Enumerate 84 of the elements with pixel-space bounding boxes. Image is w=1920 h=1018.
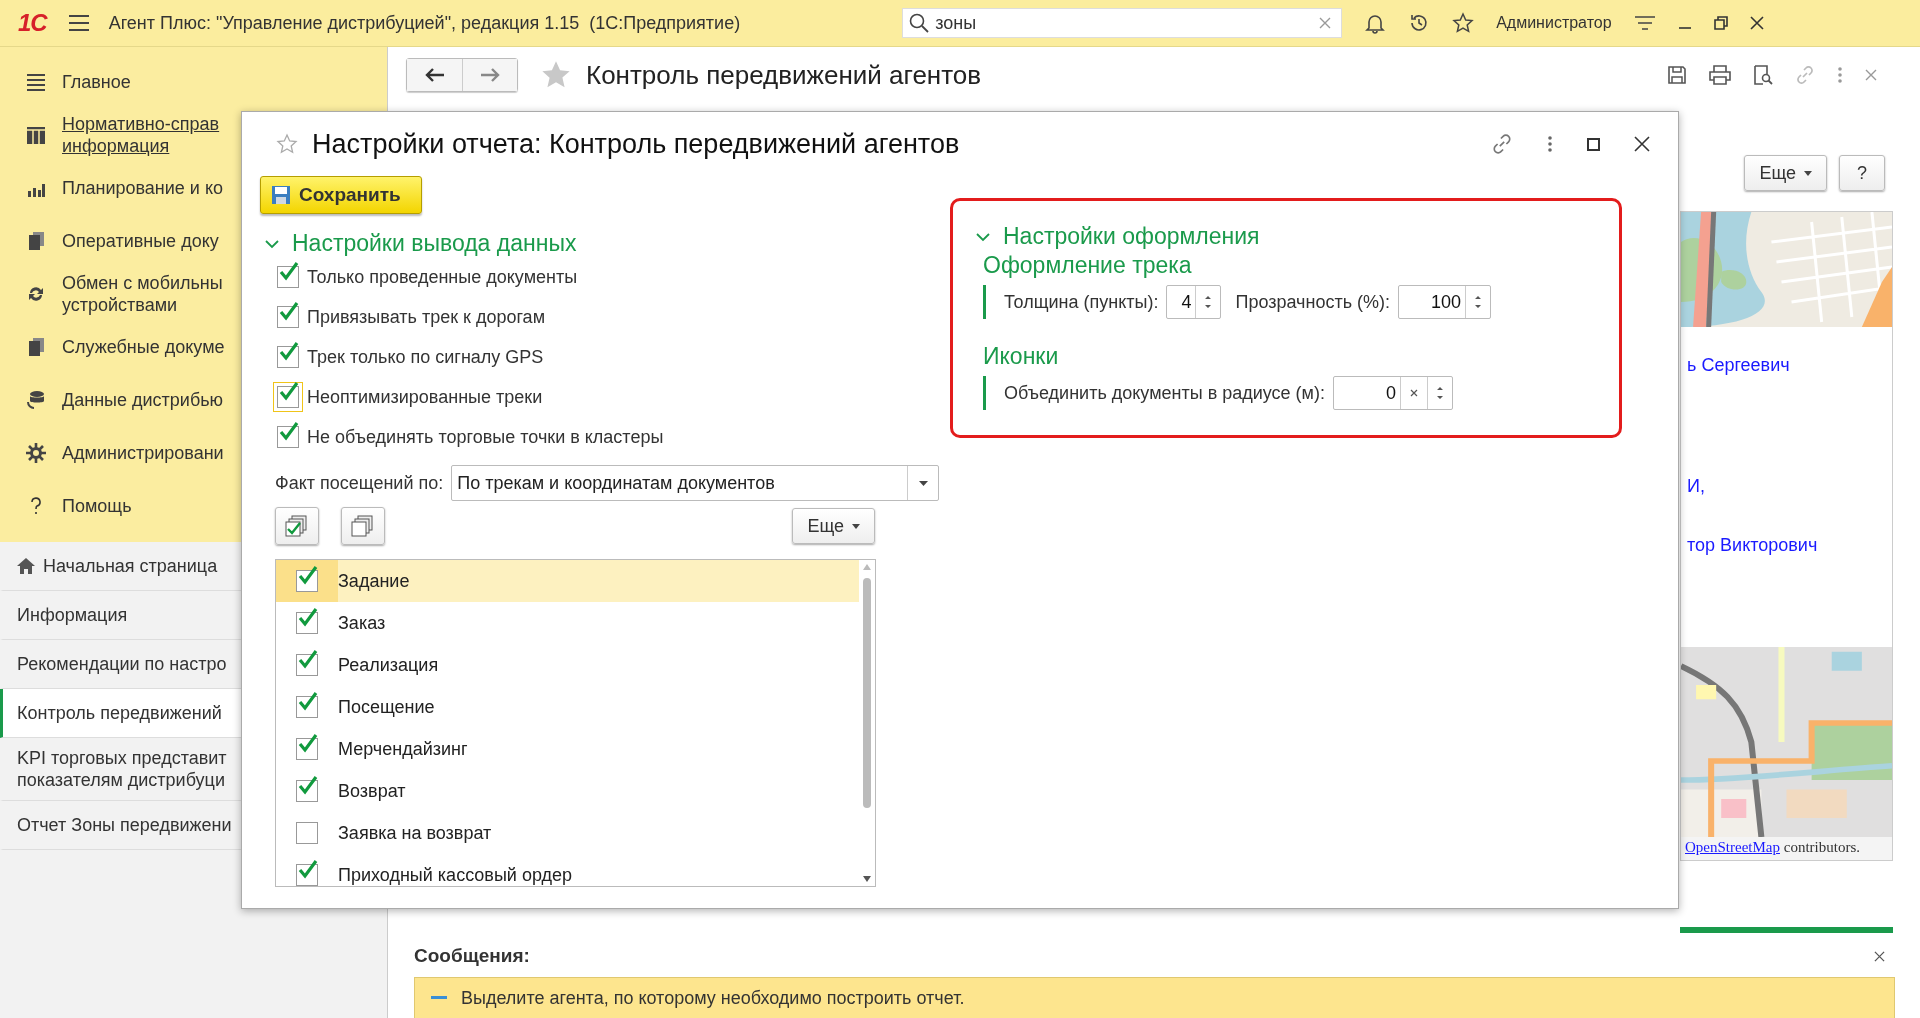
database-icon [26, 389, 46, 410]
gear-icon [26, 442, 46, 463]
arrow-left-icon [424, 68, 445, 82]
window-title: Агент Плюс: "Управление дистрибуцией", редакция 1.15 (1С:Предприятие) [108, 12, 741, 34]
stack-icon [351, 515, 375, 537]
section-link[interactable]: Оперативные доку [62, 229, 219, 252]
number-field[interactable]: 4 [1166, 285, 1222, 319]
field-label: Факт посещений по: [275, 472, 444, 494]
save-icon[interactable] [1667, 65, 1687, 85]
link-icon[interactable] [1795, 65, 1815, 85]
agent-link[interactable]: ь Сергеевич [1687, 355, 1892, 376]
check-all-button[interactable] [275, 507, 319, 545]
back-button[interactable] [407, 59, 462, 91]
close-icon[interactable] [1634, 136, 1650, 152]
settings-menu-icon[interactable] [1633, 15, 1656, 31]
help-button[interactable]: ? [1839, 155, 1885, 191]
more-button[interactable]: Еще [792, 508, 875, 544]
group-title: Оформление трека [983, 252, 1193, 279]
home-icon [17, 558, 35, 574]
section-link[interactable]: Нормативно-справ информация [62, 112, 220, 157]
dash-icon [431, 996, 447, 1000]
clear-icon[interactable] [1409, 389, 1418, 397]
section-link[interactable]: Обмен с мобильны устройствами [62, 271, 223, 316]
restore-icon[interactable] [1713, 16, 1728, 30]
documents-icon [26, 336, 46, 357]
star-icon[interactable] [540, 60, 572, 90]
app-logo[interactable]: 1С [18, 9, 47, 37]
section-link[interactable]: Служебные докуме [62, 335, 225, 358]
caret-icon [852, 523, 860, 529]
option-label: Не объединять торговые точки в кластеры [307, 426, 664, 448]
message-text: Выделите агента, по которому необходимо построить отчет. [461, 987, 965, 1009]
close-icon[interactable] [1874, 950, 1885, 962]
more-icon[interactable] [1547, 135, 1553, 153]
section-title[interactable]: Настройки вывода данных [292, 230, 577, 257]
section-link[interactable]: Администрировани [62, 441, 224, 464]
option-label: Привязывать трек к дорогам [307, 306, 545, 328]
list-icon [26, 71, 46, 92]
option-label: Только проведенные документы [307, 266, 578, 288]
maximize-icon[interactable] [1587, 137, 1600, 151]
save-button[interactable]: Сохранить [260, 176, 422, 214]
map-credit-text: contributors. [1783, 839, 1860, 855]
uncheck-all-button[interactable] [341, 507, 385, 545]
option-label: Трек только по сигналу GPS [307, 346, 544, 368]
scroll-up-icon[interactable] [863, 564, 871, 570]
arrow-right-icon [480, 68, 500, 82]
page-title: Контроль передвижений агентов [586, 59, 982, 91]
option-label: Неоптимизированные треки [307, 386, 543, 408]
field-label: Толщина (пункты): [1004, 291, 1159, 313]
preview-icon[interactable] [1753, 65, 1773, 85]
dialog-title: Настройки отчета: Контроль передвижений агентов [312, 128, 960, 160]
print-icon[interactable] [1709, 65, 1731, 85]
documents-icon [26, 230, 46, 251]
section-title[interactable]: Настройки оформления [1003, 223, 1260, 250]
map-credit-link[interactable]: OpenStreetMap [1685, 839, 1780, 855]
agent-link[interactable]: тор Викторович [1687, 535, 1892, 556]
section-link[interactable]: Планирование и ко [62, 176, 223, 199]
scroll-down-icon[interactable] [863, 876, 871, 882]
star-icon[interactable] [1452, 12, 1475, 34]
number-field[interactable]: 100 [1398, 285, 1492, 319]
bell-icon[interactable] [1364, 12, 1387, 34]
messages-title: Сообщения: [414, 945, 530, 967]
field-label: Прозрачность (%): [1235, 291, 1391, 313]
dropdown-icon [918, 480, 928, 486]
field-label: Объединить документы в радиусе (м): [1004, 382, 1325, 404]
visit-fact-dropdown[interactable]: По трекам и координатам документов [451, 465, 940, 501]
group-title: Иконки [983, 343, 1060, 370]
menu-icon[interactable] [68, 15, 89, 31]
section-link[interactable]: Помощь [62, 494, 132, 517]
caret-icon [1804, 170, 1812, 176]
checkbox[interactable] [296, 822, 318, 844]
more-icon[interactable] [1837, 66, 1843, 84]
search-field[interactable]: зоны [902, 8, 1343, 38]
search-icon [909, 13, 930, 33]
checked-stack-icon [285, 515, 309, 537]
agent-link[interactable]: И, [1687, 476, 1892, 497]
user-name[interactable]: Администратор [1496, 14, 1612, 32]
section-link[interactable]: Данные дистрибью [62, 388, 224, 411]
section-link[interactable]: Главное [62, 70, 131, 93]
grid-icon [26, 124, 46, 145]
number-field[interactable]: 0 [1332, 376, 1453, 410]
star-icon[interactable] [276, 133, 298, 155]
more-button[interactable]: Еще [1744, 155, 1827, 191]
close-icon[interactable] [1749, 16, 1764, 30]
link-icon[interactable] [1491, 133, 1513, 155]
